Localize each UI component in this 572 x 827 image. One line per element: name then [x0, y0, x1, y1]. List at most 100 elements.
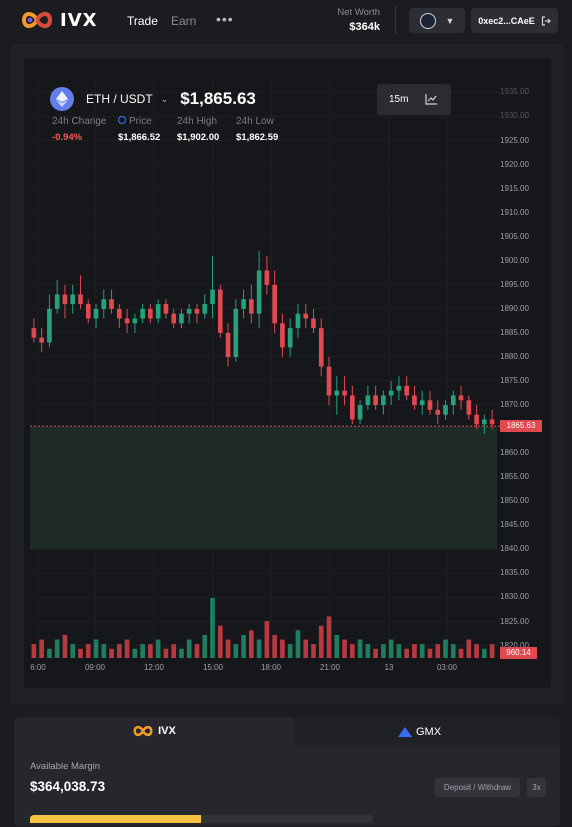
stat-value: $1,866.52 — [118, 132, 161, 143]
stat-label: Price — [129, 116, 152, 127]
candle-body — [373, 395, 378, 406]
candle-body — [326, 366, 332, 396]
y-tick-label: 1850.00 — [500, 496, 529, 506]
volume-bar — [233, 644, 239, 658]
candle-body — [489, 419, 495, 425]
tab-gmx-label: GMX — [416, 726, 442, 738]
infinity-logo-icon — [133, 725, 153, 737]
oracle-icon — [118, 116, 126, 124]
leverage-button[interactable]: 3x — [527, 778, 546, 797]
stat-price: Price $1,866.52 — [118, 116, 160, 143]
y-tick-label: 1935.00 — [500, 87, 529, 97]
volume-bar — [171, 644, 177, 658]
volume-bar — [140, 644, 145, 658]
y-tick-label: 1905.00 — [500, 231, 529, 241]
chart-type-icon[interactable] — [425, 94, 438, 105]
y-tick-label: 1855.00 — [500, 472, 529, 482]
volume-bar — [109, 648, 114, 658]
candle-body — [357, 405, 363, 420]
candle-body — [54, 294, 60, 309]
volume-bar — [225, 639, 231, 658]
x-tick-label: 18:00 — [260, 663, 282, 672]
volume-bar — [62, 634, 68, 658]
candle-body — [78, 294, 83, 305]
candle-body — [186, 308, 192, 314]
volume-bar — [396, 644, 402, 658]
candle-body — [334, 390, 340, 396]
volume-bar — [419, 644, 425, 658]
candle-body — [101, 299, 107, 309]
volume-bar — [78, 648, 83, 658]
volume-bar — [334, 634, 340, 658]
candle-body — [427, 400, 433, 410]
volume-bar — [412, 644, 417, 658]
volume-bar — [443, 639, 448, 658]
volume-bar — [210, 598, 215, 658]
x-tick-label: 03:00 — [436, 663, 458, 672]
stat-value: $1,862.59 — [236, 132, 279, 143]
margin-bar-empty — [201, 815, 373, 823]
candle-body — [303, 313, 309, 319]
candle-body — [388, 390, 394, 396]
stat-value: $1,902.00 — [177, 132, 220, 143]
volume-bar — [148, 644, 153, 658]
volume-bar — [132, 648, 138, 658]
volume-bar — [155, 639, 161, 658]
y-tick-label: 1870.00 — [500, 400, 529, 410]
y-tick-label: 1890.00 — [500, 303, 529, 313]
volume-bar — [303, 639, 309, 658]
gmx-icon — [398, 727, 412, 737]
tab-ivx[interactable]: IVX — [14, 717, 294, 745]
candle-body — [241, 299, 246, 309]
candle-body — [396, 385, 402, 391]
candle-body — [256, 270, 262, 314]
volume-bar — [311, 644, 316, 658]
volume-bar — [202, 634, 208, 658]
volume-bar — [264, 621, 270, 658]
candle-body — [482, 419, 487, 425]
volume-bar — [404, 648, 410, 658]
candle-body — [233, 308, 239, 357]
candle-body — [311, 318, 316, 329]
chevron-down-icon: ⌄ — [160, 93, 169, 104]
candle-body — [194, 308, 200, 314]
pair-price: $1,865.63 — [180, 89, 256, 108]
volume-bar — [93, 639, 99, 658]
candle-body — [132, 318, 138, 324]
pair-selector[interactable]: ETH / USDT ⌄ $1,865.63 — [50, 87, 256, 111]
candle-body — [381, 395, 386, 406]
volume-bar — [256, 639, 262, 658]
tab-gmx[interactable]: GMX — [398, 726, 441, 738]
candle-body — [272, 284, 277, 324]
deposit-withdraw-button[interactable]: Deposit / Withdraw — [435, 778, 520, 797]
candle-body — [458, 395, 464, 401]
stat-24h-high: 24h High $1,902.00 — [177, 116, 219, 143]
candle-body — [62, 294, 68, 305]
volume-bar — [287, 644, 293, 658]
volume-bar — [450, 644, 456, 658]
stat-label: 24h Low — [236, 116, 274, 127]
volume-bar — [241, 634, 246, 658]
volume-bar — [54, 639, 60, 658]
stat-24h-change: 24h Change -0.94% — [52, 116, 107, 143]
candle-body — [140, 308, 145, 319]
candle-body — [93, 308, 99, 319]
candle-body — [450, 395, 456, 406]
y-tick-label: 1930.00 — [500, 111, 529, 121]
timeframe-button[interactable]: 15m — [389, 94, 408, 105]
x-tick-label: 21:00 — [319, 663, 341, 672]
volume-bar — [474, 644, 479, 658]
y-tick-label: 1895.00 — [500, 279, 529, 289]
candle-body — [179, 313, 184, 324]
candle-body — [31, 328, 37, 338]
y-tick-label: 1825.00 — [500, 616, 529, 626]
candle-body — [217, 289, 223, 333]
y-tick-label: 1835.00 — [500, 568, 529, 578]
volume-tag: 960.14 — [500, 647, 537, 659]
y-tick-label: 1875.00 — [500, 376, 529, 386]
x-tick-label: 6:00 — [30, 663, 46, 672]
volume-bar — [435, 644, 441, 658]
available-margin-label: Available Margin — [30, 761, 101, 772]
candle-body — [47, 308, 52, 343]
volume-bar — [458, 648, 464, 658]
